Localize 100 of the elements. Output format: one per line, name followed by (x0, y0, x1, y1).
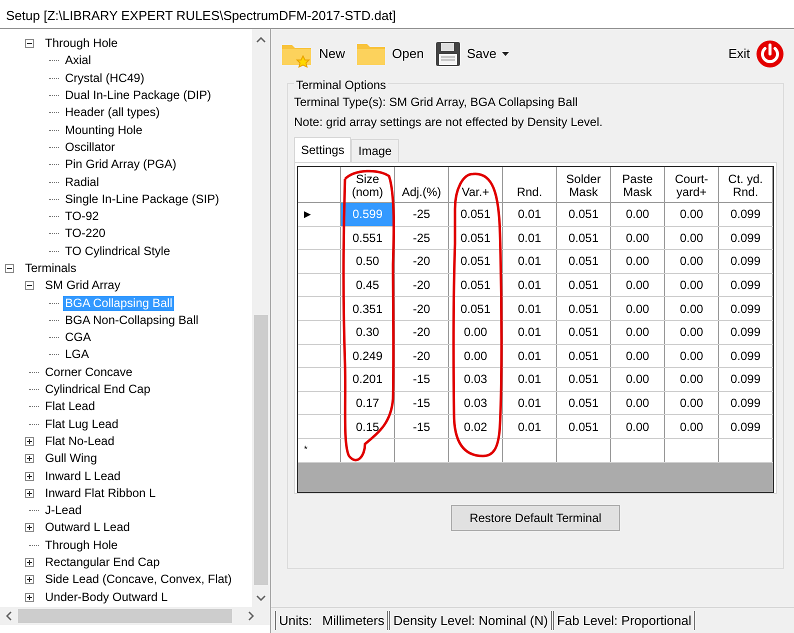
tree-item[interactable]: Through Hole (43, 538, 120, 553)
tree-item[interactable]: SM Grid Array (43, 278, 122, 294)
table-cell[interactable]: 0.00 (665, 226, 719, 250)
expand-icon[interactable] (25, 488, 34, 498)
table-cell[interactable]: 0.00 (449, 320, 503, 344)
tree-item[interactable]: Flat No-Lead (43, 434, 116, 449)
table-cell[interactable]: 0.30 (341, 320, 395, 344)
collapse-icon[interactable] (25, 39, 34, 48)
table-cell[interactable]: -15 (395, 415, 449, 438)
expand-icon[interactable] (25, 454, 34, 464)
table-cell[interactable]: 0.051 (557, 226, 611, 250)
column-header[interactable]: Var.+ (449, 167, 503, 202)
tree-item[interactable]: BGA Non-Collapsing Ball (63, 312, 200, 328)
column-header[interactable]: Court- yard+ (665, 167, 719, 202)
table-cell[interactable]: 0.051 (557, 392, 611, 414)
horizontal-scrollbar[interactable] (0, 607, 270, 625)
scroll-down-icon[interactable] (256, 595, 266, 601)
new-button[interactable]: New (277, 40, 350, 68)
column-header[interactable]: Ct. yd. Rnd. (719, 167, 773, 202)
expand-icon[interactable] (25, 436, 34, 446)
table-cell[interactable]: 0.00 (665, 274, 719, 296)
column-header[interactable]: Rnd. (503, 167, 557, 202)
tree-item[interactable]: Cylindrical End Cap (43, 382, 152, 398)
table-cell[interactable]: 0.051 (557, 250, 611, 273)
table-cell[interactable]: 0.00 (665, 203, 719, 226)
table-cell[interactable]: 0.01 (503, 368, 557, 391)
table-cell[interactable]: 0.051 (449, 226, 503, 250)
table-cell[interactable]: -20 (395, 320, 449, 344)
tree-item[interactable]: LGA (63, 347, 92, 362)
table-cell[interactable]: 0.051 (449, 297, 503, 320)
tree-item[interactable]: CGA (63, 330, 94, 346)
table-cell[interactable]: -15 (395, 392, 449, 414)
table-cell[interactable]: 0.201 (341, 368, 395, 391)
table-cell[interactable]: 0.099 (719, 392, 773, 414)
table-cell[interactable]: 0.00 (665, 297, 719, 320)
expand-icon[interactable] (25, 558, 34, 568)
table-cell[interactable]: 0.50 (341, 250, 395, 273)
expand-icon[interactable] (25, 523, 34, 532)
table-cell[interactable]: -15 (395, 368, 449, 391)
table-cell[interactable]: 0.551 (341, 226, 395, 250)
table-cell[interactable]: 0.099 (719, 274, 773, 296)
table-cell[interactable]: 0.01 (503, 415, 557, 438)
table-cell[interactable]: 0.099 (719, 226, 773, 250)
scroll-up-icon[interactable] (256, 37, 266, 43)
tree-item[interactable]: Inward Flat Ribbon L (43, 486, 158, 501)
table-cell[interactable]: -20 (395, 274, 449, 296)
table-cell[interactable]: 0.099 (719, 344, 773, 368)
tree-item[interactable]: TO-92 (63, 209, 101, 224)
table-cell[interactable]: -25 (395, 226, 449, 250)
tree-item[interactable]: Inward L Lead (43, 468, 123, 484)
table-cell[interactable]: 0.00 (665, 320, 719, 344)
table-cell[interactable]: 0.051 (557, 344, 611, 368)
table-cell[interactable]: 0.00 (611, 203, 665, 226)
tree-item[interactable]: Side Lead (Concave, Convex, Flat) (43, 572, 234, 588)
tree-item[interactable]: Outward L Lead (43, 520, 132, 536)
save-button[interactable]: Save (430, 41, 514, 67)
table-cell[interactable]: 0.099 (719, 203, 773, 226)
table-cell[interactable]: 0.00 (665, 344, 719, 368)
tree-item[interactable]: Mounting Hole (63, 122, 144, 138)
table-cell[interactable]: 0.051 (557, 297, 611, 320)
table-cell[interactable]: 0.02 (449, 415, 503, 438)
tree-item[interactable]: Flat Lead (43, 399, 98, 414)
table-cell[interactable]: 0.051 (557, 368, 611, 391)
tree-item[interactable]: Corner Concave (43, 364, 134, 380)
column-header[interactable]: Solder Mask (557, 167, 611, 202)
table-cell[interactable]: 0.00 (611, 320, 665, 344)
table-cell[interactable]: -25 (395, 203, 449, 226)
table-cell[interactable]: 0.01 (503, 226, 557, 250)
tree-item[interactable]: Crystal (HC49) (63, 70, 146, 86)
scroll-thumb[interactable] (18, 609, 232, 623)
tree-item[interactable]: Header (all types) (63, 105, 162, 120)
table-cell[interactable]: 0.00 (665, 250, 719, 273)
table-cell[interactable]: 0.051 (557, 203, 611, 226)
expand-icon[interactable] (25, 575, 34, 584)
table-cell[interactable]: 0.00 (611, 226, 665, 250)
scroll-right-icon[interactable] (248, 611, 254, 621)
tree-item[interactable]: Axial (63, 53, 94, 68)
collapse-icon[interactable] (5, 264, 14, 273)
tree-item[interactable]: Through Hole (43, 36, 120, 52)
table-cell[interactable]: 0.099 (719, 415, 773, 438)
table-cell[interactable]: 0.00 (665, 415, 719, 438)
collapse-icon[interactable] (25, 281, 34, 290)
table-cell[interactable]: 0.051 (557, 320, 611, 344)
column-header[interactable]: Paste Mask (611, 167, 665, 202)
table-cell[interactable]: 0.051 (557, 274, 611, 296)
table-cell[interactable]: 0.01 (503, 320, 557, 344)
table-cell[interactable]: -20 (395, 250, 449, 273)
tree-item[interactable]: Dual In-Line Package (DIP) (63, 88, 214, 104)
table-cell[interactable]: 0.45 (341, 274, 395, 296)
table-cell[interactable]: 0.099 (719, 368, 773, 391)
tree-item[interactable]: TO-220 (63, 226, 108, 242)
table-cell[interactable]: 0.01 (503, 392, 557, 414)
tree-item[interactable]: TO Cylindrical Style (63, 244, 172, 259)
table-cell[interactable]: 0.03 (449, 392, 503, 414)
table-cell[interactable]: 0.00 (611, 344, 665, 368)
table-cell[interactable]: 0.051 (557, 415, 611, 438)
table-cell[interactable]: -20 (395, 344, 449, 368)
table-cell[interactable]: 0.00 (611, 368, 665, 391)
table-cell[interactable]: 0.00 (611, 392, 665, 414)
vertical-scrollbar[interactable] (252, 29, 270, 607)
